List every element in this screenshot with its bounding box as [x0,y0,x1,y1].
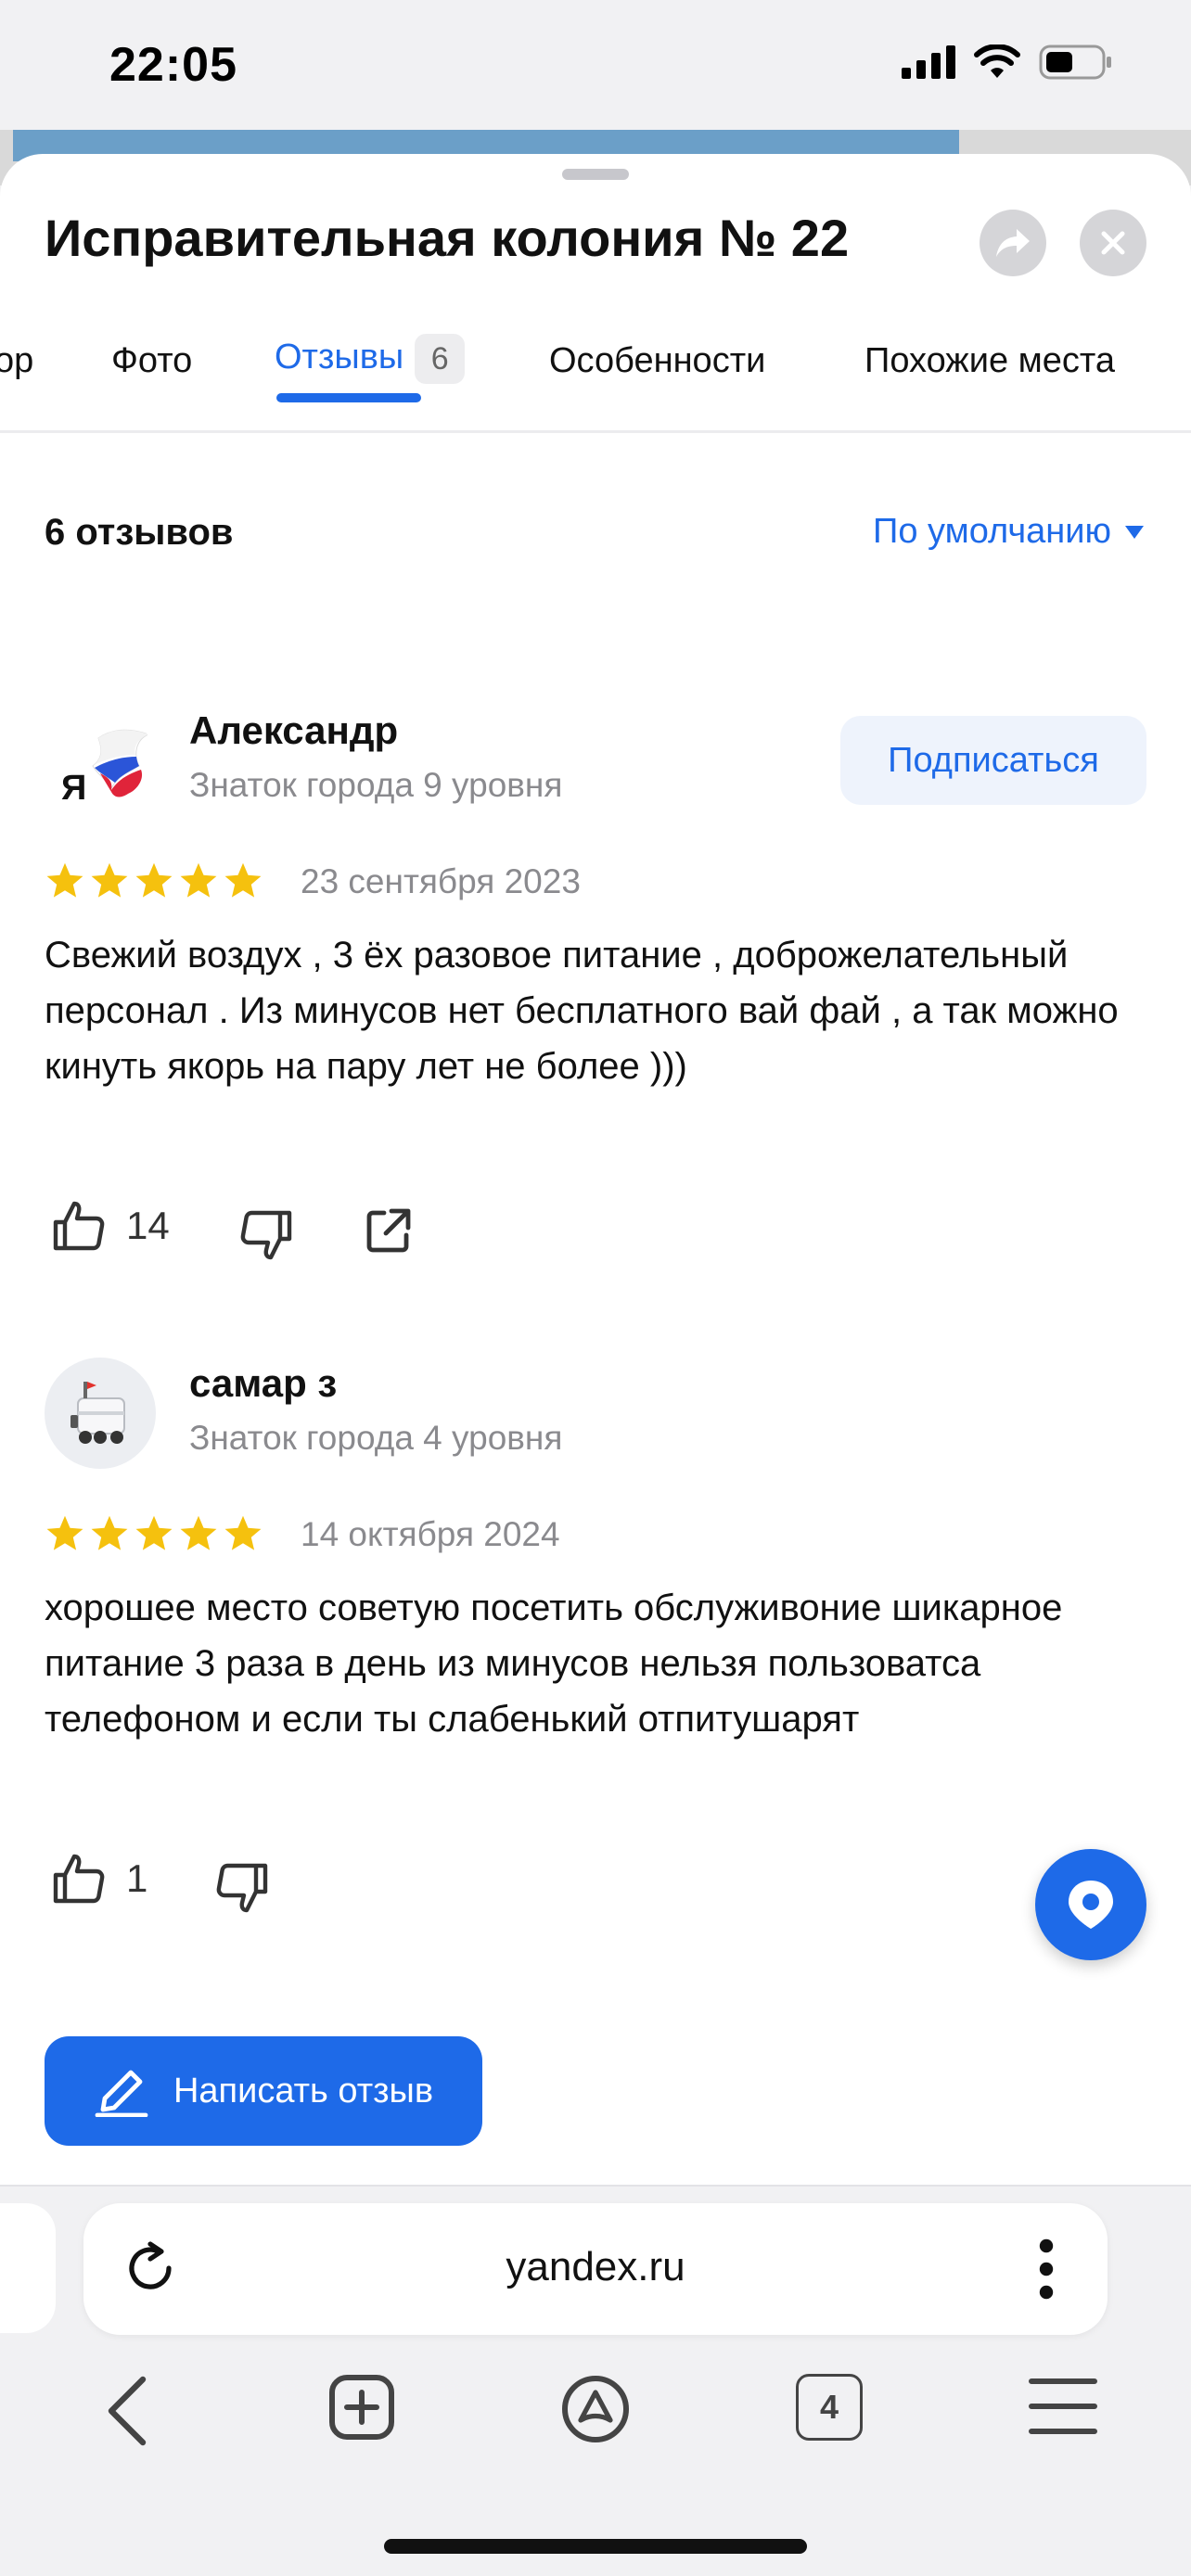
thumbs-down-icon [216,1863,268,1913]
star-icon [91,862,128,898]
star-icon [46,1515,83,1550]
divider [0,430,1191,433]
tab-similar-places[interactable]: Похожие места [864,341,1115,381]
star-icon [135,862,173,898]
thumbs-down-icon [240,1210,292,1260]
menu-icon[interactable] [1028,2374,1098,2439]
star-icon [180,1515,217,1550]
map-pin-button[interactable] [1035,1849,1146,1960]
robot-courier-avatar-icon [70,1382,125,1444]
star-icon [224,862,262,898]
page-title: Исправительная колония № 22 [45,209,850,267]
avatar[interactable]: Я [45,708,156,820]
caret-down-icon [1125,525,1144,539]
tab-features[interactable]: Особенности [549,341,765,381]
share-review-button[interactable] [362,1205,414,1257]
author-level: Знаток города 9 уровня [189,766,563,804]
subscribe-button[interactable]: Подписаться [840,716,1146,805]
url-text: yandex.ru [506,2244,685,2289]
new-tab-icon[interactable] [328,2374,395,2441]
like-count: 14 [126,1204,170,1247]
review-date: 23 сентября 2023 [301,862,581,900]
like-button[interactable]: 14 [50,1196,170,1256]
thumbs-up-icon [53,1854,105,1904]
back-icon[interactable] [104,2374,150,2448]
avatar[interactable] [45,1358,156,1469]
status-bar: 22:05 [0,0,1191,130]
active-tab-indicator [276,393,421,402]
svg-text:Я: Я [61,769,86,808]
sheet-grabber[interactable] [562,169,629,180]
signal-icon [902,45,955,79]
author-level: Знаток города 4 уровня [189,1419,563,1457]
close-button[interactable] [1080,210,1146,276]
map-pin-icon [1069,1881,1113,1929]
like-button[interactable]: 1 [50,1849,147,1908]
author-name[interactable]: самар з [189,1361,337,1406]
share-icon [996,229,1030,257]
tab-photos[interactable]: Фото [111,341,192,381]
tab-bar: ор Фото Отзывы 6 Особенности Похожие мест… [0,321,1191,414]
home-indicator [384,2539,807,2554]
like-count: 1 [126,1856,148,1900]
star-icon [224,1515,262,1550]
tabs-switcher-button[interactable]: 4 [796,2374,863,2441]
previous-tab-pill[interactable] [0,2203,56,2333]
tab-overview[interactable]: ор [0,341,33,381]
author-name[interactable]: Александр [189,708,398,753]
write-review-label: Написать отзыв [173,2071,434,2111]
address-bar[interactable]: yandex.ru [83,2203,1108,2335]
star-icon [180,862,217,898]
review-text: хорошее место советую посетить обслуживо… [45,1588,1063,1740]
star-icon [91,1515,128,1550]
sort-dropdown[interactable]: По умолчанию [873,512,1145,552]
dislike-button[interactable] [236,1205,295,1265]
dislike-button[interactable] [211,1858,271,1918]
write-review-button[interactable]: Написать отзыв [45,2036,482,2146]
tab-reviews-badge: 6 [415,334,466,384]
tab-reviews-label: Отзывы [275,338,404,377]
rating-stars [45,1513,263,1554]
share-button[interactable] [980,210,1046,276]
review-date: 14 октября 2024 [301,1515,560,1553]
place-card-sheet: Исправительная колония № 22 ор Фото Отзы… [0,154,1191,2185]
thumbs-up-icon [53,1201,105,1251]
wifi-icon [974,45,1020,78]
status-time: 22:05 [109,38,237,92]
more-vertical-icon[interactable] [1037,2237,1056,2302]
tab-reviews[interactable]: Отзывы 6 [275,334,466,384]
star-icon [135,1515,173,1550]
review-text: Свежий воздух , 3 ёх разовое питание , д… [45,935,1119,1087]
star-icon [46,862,83,898]
external-share-icon [366,1208,411,1253]
pencil-icon [95,2070,148,2117]
status-icons [902,45,1113,80]
avatar-image: Я [61,729,150,808]
rating-stars [45,861,263,901]
sort-label: По умолчанию [873,512,1111,551]
review-count: 6 отзывов [45,512,234,553]
alice-assistant-icon[interactable] [560,2374,631,2444]
battery-icon [1039,45,1111,80]
close-icon [1101,231,1125,255]
